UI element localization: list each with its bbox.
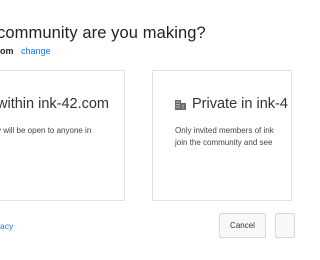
option-description-line: Only invited members of ink [175, 126, 274, 135]
option-title: Private in ink-4 [192, 96, 288, 112]
option-description: Only invited members of ink join the com… [175, 125, 274, 149]
privacy-link[interactable]: acy [0, 221, 13, 231]
primary-button[interactable] [275, 213, 295, 238]
domain-row: om change [0, 46, 51, 56]
option-card-within-domain[interactable]: within ink-42.com y will be open to anyo… [0, 70, 125, 201]
option-description-line: join the community and see [175, 138, 273, 147]
option-card-private[interactable]: Private in ink-4 Only invited members of… [152, 70, 292, 201]
community-type-dialog: community are you making? om change with… [0, 0, 295, 260]
option-title: within ink-42.com [0, 96, 110, 112]
dialog-title: community are you making? [0, 24, 206, 42]
change-domain-link[interactable]: change [21, 46, 51, 56]
option-title-row: Private in ink-4 [175, 96, 288, 112]
domain-name: om [0, 46, 14, 56]
option-description: y will be open to anyone in [0, 126, 92, 135]
cancel-button[interactable]: Cancel [219, 213, 266, 238]
building-icon [175, 100, 186, 110]
